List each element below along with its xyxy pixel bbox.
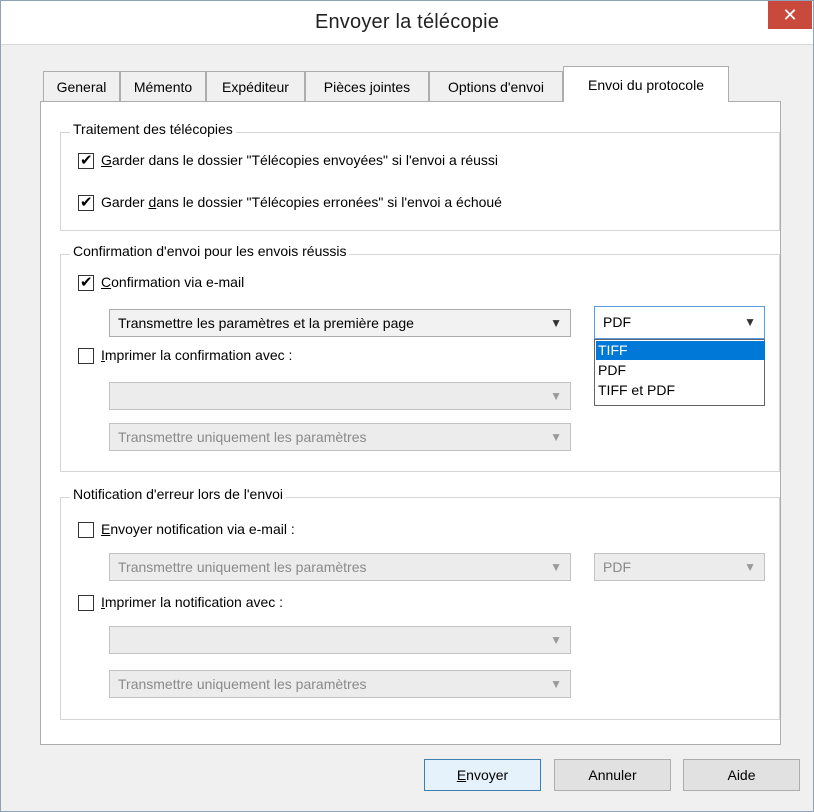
cancel-button[interactable]: Annuler (554, 759, 671, 791)
confirm-format-dropdown-list: TIFF PDF TIFF et PDF (594, 339, 765, 406)
group-fax-processing (60, 132, 780, 231)
help-button[interactable]: Aide (683, 759, 800, 791)
confirm-email-checkbox[interactable] (78, 273, 94, 291)
confirm-email-label[interactable]: Confirmation via e-mail (101, 274, 244, 290)
chevron-down-icon: ▼ (550, 677, 562, 691)
confirm-print-content-select[interactable]: Transmettre uniquement les paramètres ▼ (109, 423, 571, 451)
confirm-print-checkbox[interactable] (78, 348, 94, 364)
send-button[interactable]: Envoyer (424, 759, 541, 791)
confirm-print-label[interactable]: Imprimer la confirmation avec : (101, 347, 292, 363)
keep-sent-label[interactable]: Garder dans le dossier "Télécopies envoy… (101, 152, 498, 168)
keep-failed-label[interactable]: Garder dans le dossier "Télécopies erron… (101, 194, 502, 210)
confirm-format-select[interactable]: PDF ▼ (594, 306, 765, 339)
error-email-content-select[interactable]: Transmettre uniquement les paramètres ▼ (109, 553, 571, 581)
keep-failed-checkbox[interactable] (78, 193, 94, 211)
error-print-label[interactable]: Imprimer la notification avec : (101, 594, 283, 610)
chevron-down-icon: ▼ (744, 315, 756, 329)
chevron-down-icon: ▼ (550, 430, 562, 444)
tab-memento[interactable]: Mémento (120, 71, 206, 101)
window-title: Envoyer la télécopie (314, 11, 500, 33)
group-send-confirmation-legend: Confirmation d'envoi pour les envois réu… (70, 243, 350, 259)
close-icon[interactable]: ✕ (768, 1, 812, 29)
chevron-down-icon: ▼ (550, 560, 562, 574)
send-fax-dialog: Envoyer la télécopie ✕ General Mémento E… (0, 0, 814, 812)
tab-send-options[interactable]: Options d'envoi (429, 71, 563, 101)
confirm-email-content-value: Transmettre les paramètres et la premièr… (118, 315, 414, 331)
confirm-print-content-value: Transmettre uniquement les paramètres (118, 429, 367, 445)
confirm-format-value: PDF (603, 314, 631, 330)
error-print-content-select[interactable]: Transmettre uniquement les paramètres ▼ (109, 670, 571, 698)
error-print-checkbox[interactable] (78, 595, 94, 611)
error-email-checkbox[interactable] (78, 522, 94, 538)
keep-sent-checkbox[interactable] (78, 151, 94, 169)
error-email-content-value: Transmettre uniquement les paramètres (118, 559, 367, 575)
title-bar: Envoyer la télécopie ✕ (1, 1, 813, 45)
error-printer-select[interactable]: ▼ (109, 626, 571, 654)
group-error-notification-legend: Notification d'erreur lors de l'envoi (70, 486, 286, 502)
error-print-content-value: Transmettre uniquement les paramètres (118, 676, 367, 692)
tab-general[interactable]: General (43, 71, 120, 101)
group-fax-processing-legend: Traitement des télécopies (70, 121, 236, 137)
tab-sender[interactable]: Expéditeur (206, 71, 305, 101)
chevron-down-icon: ▼ (744, 560, 756, 574)
error-email-label[interactable]: Envoyer notification via e-mail : (101, 521, 295, 537)
chevron-down-icon: ▼ (550, 316, 562, 330)
format-option-pdf[interactable]: PDF (596, 361, 765, 380)
error-format-select[interactable]: PDF ▼ (594, 553, 765, 581)
tab-attachments[interactable]: Pièces jointes (305, 71, 429, 101)
error-format-value: PDF (603, 559, 631, 575)
chevron-down-icon: ▼ (550, 389, 562, 403)
format-option-tiff-pdf[interactable]: TIFF et PDF (596, 381, 765, 400)
tab-send-protocol[interactable]: Envoi du protocole (563, 66, 729, 102)
chevron-down-icon: ▼ (550, 633, 562, 647)
format-option-tiff[interactable]: TIFF (596, 341, 765, 360)
confirm-email-content-select[interactable]: Transmettre les paramètres et la premièr… (109, 309, 571, 337)
confirm-printer-select[interactable]: ▼ (109, 382, 571, 410)
